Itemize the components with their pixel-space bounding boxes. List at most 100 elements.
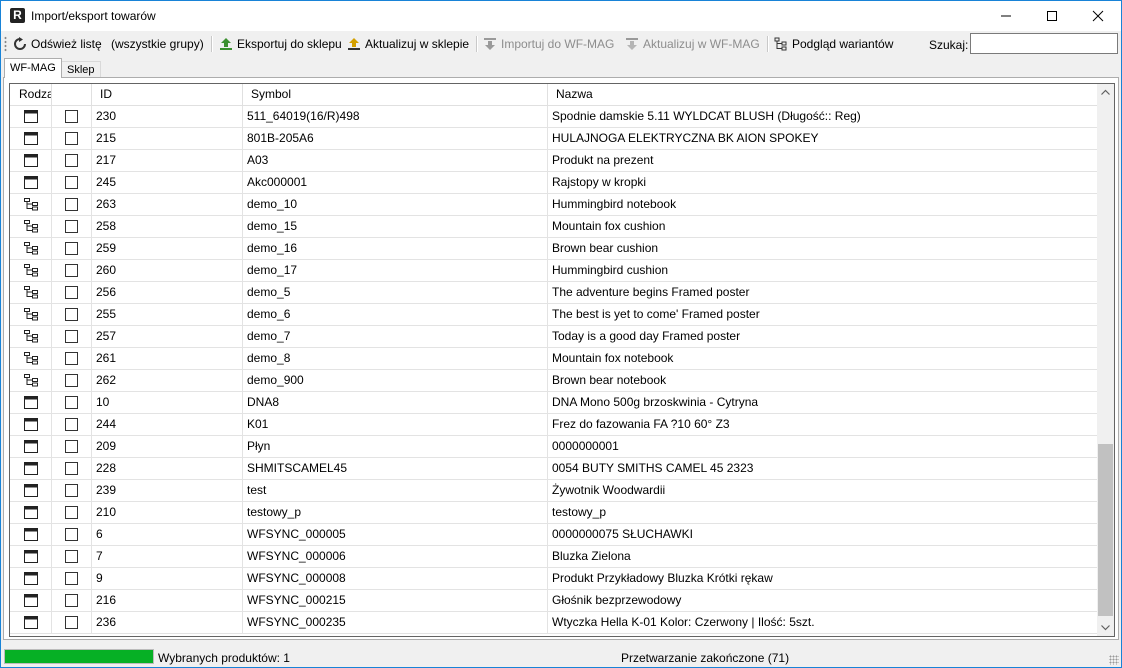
column-header-rodzaj[interactable]: Rodzaj bbox=[10, 84, 52, 105]
row-checkbox[interactable] bbox=[65, 374, 78, 387]
tab-wf-mag[interactable]: WF-MAG bbox=[4, 58, 62, 78]
table-row[interactable]: 10 DNA8 DNA Mono 500g brzoskwinia - Cytryn… bbox=[10, 392, 1098, 414]
table-row[interactable]: 263 demo_10 Hummingbird notebook bbox=[10, 194, 1098, 216]
row-name: Wtyczka Hella K-01 Kolor: Czerwony | Ilo… bbox=[548, 612, 1098, 633]
group-filter-button[interactable]: (wszystkie grupy) bbox=[111, 35, 204, 53]
close-button[interactable] bbox=[1075, 1, 1121, 31]
resize-grip-icon[interactable] bbox=[1109, 655, 1119, 665]
row-checkbox[interactable] bbox=[65, 220, 78, 233]
row-id: 258 bbox=[92, 216, 243, 237]
row-checkbox[interactable] bbox=[65, 484, 78, 497]
table-row[interactable]: 261 demo_8 Mountain fox notebook bbox=[10, 348, 1098, 370]
row-checkbox[interactable] bbox=[65, 242, 78, 255]
table-row[interactable]: 7 WFSYNC_000006 Bluzka Zielona bbox=[10, 546, 1098, 568]
row-name: Rajstopy w kropki bbox=[548, 172, 1098, 193]
variants-preview-button[interactable]: Podgląd wariantów bbox=[774, 35, 893, 53]
row-checkbox[interactable] bbox=[65, 286, 78, 299]
table-row[interactable]: 260 demo_17 Hummingbird cushion bbox=[10, 260, 1098, 282]
column-header-nazwa[interactable]: Nazwa bbox=[548, 84, 1098, 105]
column-header-id[interactable]: ID bbox=[92, 84, 243, 105]
column-header-symbol[interactable]: Symbol bbox=[243, 84, 548, 105]
row-kind-cell bbox=[10, 524, 52, 545]
row-checkbox-cell bbox=[52, 414, 92, 435]
table-row[interactable]: 215 801B-205A6 HULAJNOGA ELEKTRYCZNA BK AI… bbox=[10, 128, 1098, 150]
table-row[interactable]: 230 511_64019(16/R)498 Spodnie damskie 5.1… bbox=[10, 106, 1098, 128]
table-row[interactable]: 239 test Żywotnik Woodwardii bbox=[10, 480, 1098, 502]
table-row[interactable]: 258 demo_15 Mountain fox cushion bbox=[10, 216, 1098, 238]
row-checkbox-cell bbox=[52, 524, 92, 545]
row-name: 0054 BUTY SMITHS CAMEL 45 2323 bbox=[548, 458, 1098, 479]
tree-icon bbox=[774, 37, 788, 51]
table-row[interactable]: 216 WFSYNC_000215 Głośnik bezprzewodowy bbox=[10, 590, 1098, 612]
tab-sklep[interactable]: Sklep bbox=[61, 61, 101, 78]
row-id: 215 bbox=[92, 128, 243, 149]
table-row[interactable]: 6 WFSYNC_000005 0000000075 SŁUCHAWKI bbox=[10, 524, 1098, 546]
row-checkbox[interactable] bbox=[65, 572, 78, 585]
row-name: Mountain fox notebook bbox=[548, 348, 1098, 369]
scroll-down-arrow-icon[interactable] bbox=[1097, 619, 1114, 636]
row-id: 262 bbox=[92, 370, 243, 391]
row-checkbox[interactable] bbox=[65, 308, 78, 321]
table-row[interactable]: 259 demo_16 Brown bear cushion bbox=[10, 238, 1098, 260]
import-icon bbox=[483, 37, 497, 51]
row-checkbox[interactable] bbox=[65, 616, 78, 629]
table-row[interactable]: 255 demo_6 The best is yet to come' Framed… bbox=[10, 304, 1098, 326]
row-checkbox[interactable] bbox=[65, 594, 78, 607]
row-symbol: demo_17 bbox=[243, 260, 548, 281]
row-id: 216 bbox=[92, 590, 243, 611]
row-checkbox[interactable] bbox=[65, 154, 78, 167]
export-label: Eksportuj do sklepu bbox=[237, 37, 342, 51]
progress-bar-fill bbox=[5, 650, 153, 663]
row-symbol: K01 bbox=[243, 414, 548, 435]
table-row[interactable]: 262 demo_900 Brown bear notebook bbox=[10, 370, 1098, 392]
row-checkbox[interactable] bbox=[65, 176, 78, 189]
table-row[interactable]: 228 SHMITSCAMEL45 0054 BUTY SMITHS CAMEL 4… bbox=[10, 458, 1098, 480]
table-row[interactable]: 244 K01 Frez do fazowania FA ?10 60° Z3 bbox=[10, 414, 1098, 436]
maximize-button[interactable] bbox=[1029, 1, 1075, 31]
row-checkbox[interactable] bbox=[65, 132, 78, 145]
row-symbol: WFSYNC_000215 bbox=[243, 590, 548, 611]
row-checkbox[interactable] bbox=[65, 440, 78, 453]
row-id: 244 bbox=[92, 414, 243, 435]
product-window-icon bbox=[24, 593, 38, 611]
row-checkbox[interactable] bbox=[65, 506, 78, 519]
close-icon bbox=[1092, 10, 1104, 22]
row-checkbox[interactable] bbox=[65, 396, 78, 409]
refresh-button[interactable]: Odśwież listę bbox=[13, 35, 102, 53]
scrollbar-thumb[interactable] bbox=[1098, 444, 1113, 616]
vertical-scrollbar[interactable] bbox=[1097, 84, 1114, 636]
export-to-shop-button[interactable]: Eksportuj do sklepu bbox=[219, 35, 342, 53]
scroll-up-arrow-icon[interactable] bbox=[1097, 84, 1114, 101]
table-row[interactable]: 209 Płyn 0000000001 bbox=[10, 436, 1098, 458]
row-id: 259 bbox=[92, 238, 243, 259]
maximize-icon bbox=[1047, 11, 1057, 21]
table-row[interactable]: 210 testowy_p testowy_p bbox=[10, 502, 1098, 524]
table-row[interactable]: 9 WFSYNC_000008 Produkt Przykładowy Bluzka… bbox=[10, 568, 1098, 590]
table-row[interactable]: 236 WFSYNC_000235 Wtyczka Hella K-01 Kolor… bbox=[10, 612, 1098, 634]
variant-tree-icon bbox=[24, 285, 39, 303]
row-checkbox[interactable] bbox=[65, 550, 78, 563]
row-symbol: WFSYNC_000235 bbox=[243, 612, 548, 633]
table-row[interactable]: 217 A03 Produkt na prezent bbox=[10, 150, 1098, 172]
toolbar-separator bbox=[767, 36, 769, 52]
search-input[interactable] bbox=[970, 33, 1118, 54]
row-checkbox[interactable] bbox=[65, 418, 78, 431]
row-checkbox[interactable] bbox=[65, 198, 78, 211]
row-checkbox[interactable] bbox=[65, 110, 78, 123]
row-checkbox[interactable] bbox=[65, 330, 78, 343]
import-to-wfmag-button[interactable]: Importuj do WF-MAG bbox=[483, 35, 614, 53]
table-row[interactable]: 256 demo_5 The adventure begins Framed pos… bbox=[10, 282, 1098, 304]
column-header-checkbox[interactable] bbox=[52, 84, 92, 105]
table-row[interactable]: 257 demo_7 Today is a good day Framed post… bbox=[10, 326, 1098, 348]
row-checkbox[interactable] bbox=[65, 462, 78, 475]
row-checkbox[interactable] bbox=[65, 352, 78, 365]
row-name: Bluzka Zielona bbox=[548, 546, 1098, 567]
row-checkbox[interactable] bbox=[65, 528, 78, 541]
update-shop-button[interactable]: Aktualizuj w sklepie bbox=[347, 35, 469, 53]
table-row[interactable]: 245 Akc000001 Rajstopy w kropki bbox=[10, 172, 1098, 194]
product-window-icon bbox=[24, 505, 38, 523]
update-wfmag-button[interactable]: Aktualizuj w WF-MAG bbox=[625, 35, 760, 53]
toolbar-grip[interactable] bbox=[4, 36, 7, 52]
minimize-button[interactable] bbox=[983, 1, 1029, 31]
row-checkbox[interactable] bbox=[65, 264, 78, 277]
